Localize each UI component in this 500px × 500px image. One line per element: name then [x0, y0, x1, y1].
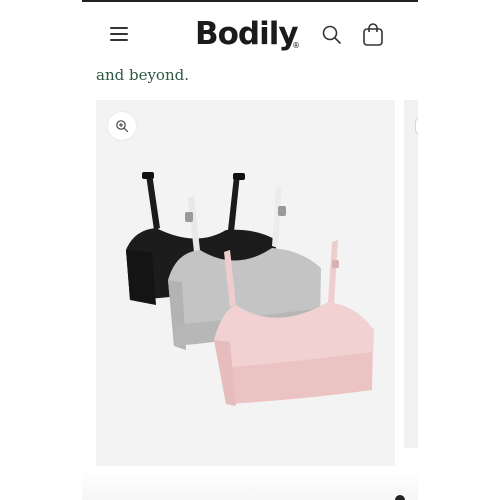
product-card[interactable] — [96, 100, 395, 466]
hero-tagline: and beyond. — [96, 66, 189, 84]
chat-launcher-icon[interactable] — [395, 495, 405, 500]
zoom-in-icon[interactable] — [108, 112, 136, 140]
bottom-fade — [82, 470, 418, 500]
shopping-bag-icon[interactable] — [361, 22, 385, 48]
search-icon[interactable] — [320, 23, 344, 47]
zoom-in-icon-peek — [415, 116, 418, 136]
registered-mark: ® — [292, 41, 300, 50]
hamburger-menu-icon[interactable] — [108, 24, 130, 44]
site-logo[interactable]: Bodily ® — [195, 13, 305, 55]
product-image — [126, 172, 374, 406]
site-header: Bodily ® — [82, 2, 418, 64]
logo-text: Bodily — [195, 16, 299, 52]
mobile-viewport: Bodily ® and beyond. — [82, 0, 418, 500]
next-product-card-peek[interactable] — [404, 100, 418, 448]
